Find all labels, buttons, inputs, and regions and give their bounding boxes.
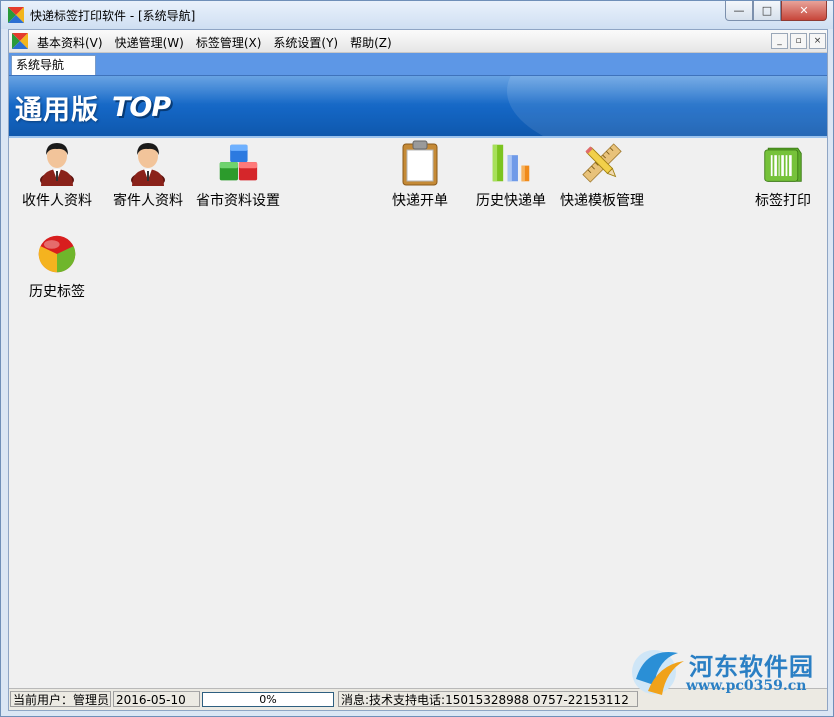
menu-express-management[interactable]: 快递管理(W) — [109, 33, 190, 52]
maximize-button[interactable]: □ — [753, 1, 781, 21]
window-controls: — □ ✕ — [725, 1, 827, 21]
mdi-minimize-button[interactable]: _ — [771, 33, 788, 49]
barcode-icon — [764, 147, 802, 182]
blocks-icon — [219, 144, 258, 181]
mdi-controls: _ ▫ × — [771, 33, 826, 49]
banner-badge: TOP — [112, 92, 171, 123]
status-progress-text: 0% — [259, 693, 277, 706]
status-progress-bar: 0% — [202, 692, 334, 707]
person-icon — [131, 143, 165, 186]
watermark-title: 河东软件园 — [689, 652, 814, 681]
banner-title: 通用版 — [15, 95, 99, 126]
person-icon — [40, 143, 74, 186]
nav-history-labels[interactable]: 历史标签 — [9, 231, 105, 311]
ruler-pencil-icon — [582, 143, 622, 183]
nav-province-label: 省市资料设置 — [196, 193, 280, 209]
pie-chart-icon — [38, 235, 76, 273]
mdi-client: 基本资料(V) 快递管理(W) 标签管理(X) 系统设置(Y) 帮助(Z) _ … — [8, 29, 828, 711]
menu-basic-data[interactable]: 基本资料(V) — [31, 33, 109, 52]
watermark: 河东软件园 www.pc0359.cn — [623, 643, 834, 703]
nav-template-management[interactable]: 快递模板管理 — [554, 140, 650, 220]
nav-history-labels-label: 历史标签 — [29, 284, 85, 300]
menu-bar: 基本资料(V) 快递管理(W) 标签管理(X) 系统设置(Y) 帮助(Z) _ … — [9, 30, 827, 53]
menu-items: 基本资料(V) 快递管理(W) 标签管理(X) 系统设置(Y) 帮助(Z) — [31, 33, 398, 52]
app-window: 快递标签打印软件 - [系统导航] — □ ✕ 基本资料(V) 快递管理(W) … — [0, 0, 834, 717]
watermark-url: www.pc0359.cn — [686, 678, 807, 694]
title-bar[interactable]: 快递标签打印软件 - [系统导航] — □ ✕ — [1, 1, 833, 29]
nav-label-print-label: 标签打印 — [755, 193, 811, 209]
menu-help[interactable]: 帮助(Z) — [344, 33, 398, 52]
status-date: 2016-05-10 — [113, 691, 200, 707]
tab-system-navigation[interactable]: 系统导航 — [11, 55, 96, 75]
banner-divider — [9, 136, 827, 138]
app-logo-icon — [8, 7, 24, 23]
menu-label-management[interactable]: 标签管理(X) — [190, 33, 268, 52]
close-button[interactable]: ✕ — [781, 1, 827, 21]
minimize-button[interactable]: — — [725, 1, 753, 21]
mdi-close-button[interactable]: × — [809, 33, 826, 49]
mdi-restore-button[interactable]: ▫ — [790, 33, 807, 49]
clipboard-icon — [402, 140, 438, 186]
nav-template-label: 快递模板管理 — [560, 193, 644, 209]
nav-label-print[interactable]: 标签打印 — [735, 140, 831, 220]
menu-system-settings[interactable]: 系统设置(Y) — [267, 33, 344, 52]
bar-chart-icon — [492, 144, 530, 182]
app-logo-icon — [12, 33, 28, 49]
banner: 通用版 TOP — [9, 76, 827, 136]
status-message: 消息:技术支持电话:15015328988 0757-22153112 — [338, 691, 638, 707]
window-title: 快递标签打印软件 - [系统导航] — [30, 9, 196, 23]
tab-strip: 系统导航 — [9, 53, 827, 76]
watermark-logo-icon — [632, 650, 684, 695]
status-current-user: 当前用户：管理员 — [10, 691, 111, 707]
nav-province-settings[interactable]: 省市资料设置 — [190, 140, 286, 220]
